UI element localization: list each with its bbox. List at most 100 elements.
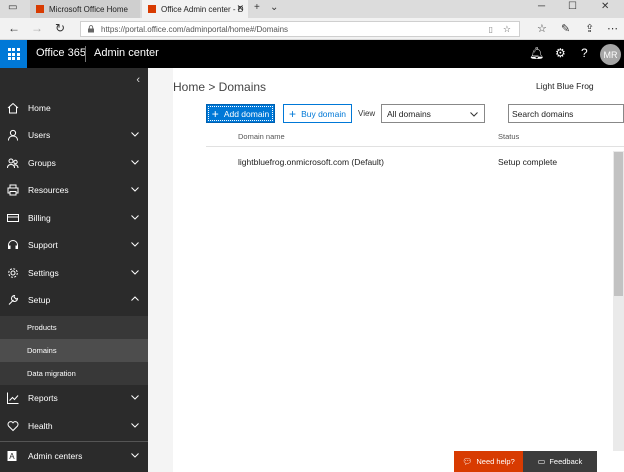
- nav-subitem-label: Products: [27, 323, 57, 332]
- chat-icon: 💬︎: [462, 457, 473, 466]
- share-icon[interactable]: ⇪: [585, 22, 594, 35]
- url-field[interactable]: https://portal.office.com/adminportal/ho…: [80, 21, 520, 37]
- nav-item-label: Users: [28, 129, 51, 140]
- need-help-label: Need help?: [476, 457, 515, 466]
- lock-icon: [88, 25, 94, 33]
- header-divider: [206, 146, 624, 147]
- need-help-button[interactable]: 💬︎ Need help?: [454, 451, 523, 472]
- groups-icon: [7, 158, 19, 168]
- nav-item-reports[interactable]: Reports: [0, 384, 148, 411]
- chevron-down-icon: [470, 112, 478, 117]
- feedback-label: Feedback: [549, 457, 583, 466]
- refresh-icon[interactable]: ↻: [55, 21, 65, 35]
- home-icon: [7, 102, 19, 113]
- nav-item-label: Reports: [28, 392, 58, 403]
- nav-item-health[interactable]: Health: [0, 412, 148, 439]
- close-tab-icon[interactable]: ✕: [236, 3, 244, 14]
- tab-admin-center[interactable]: Office Admin center - D ✕: [142, 0, 248, 18]
- nav-item-label: Groups: [28, 157, 56, 168]
- nav-item-home[interactable]: Home: [0, 94, 148, 121]
- tab-office-home[interactable]: Microsoft Office Home: [30, 0, 140, 18]
- back-icon[interactable]: ←: [8, 21, 20, 35]
- brand-link[interactable]: Office 365: [36, 47, 86, 59]
- nav-item-groups[interactable]: Groups: [0, 149, 148, 176]
- nav-subitem-label: Domains: [27, 346, 57, 355]
- chevron-down-icon: [131, 453, 139, 458]
- view-filter-value: All domains: [387, 108, 431, 119]
- office-logo-icon: [36, 5, 44, 13]
- gear-icon[interactable]: ⚙: [555, 46, 566, 60]
- user-icon: [8, 129, 18, 141]
- tab-list-chevron-icon[interactable]: ⌄: [270, 2, 278, 13]
- avatar[interactable]: MR: [600, 44, 621, 65]
- nav-item-settings[interactable]: Settings: [0, 259, 148, 286]
- new-tab-icon[interactable]: +: [254, 2, 260, 13]
- tab-preview-icon[interactable]: ▭: [8, 2, 17, 13]
- forward-icon[interactable]: →: [31, 21, 43, 35]
- header-divider: [85, 46, 86, 62]
- chevron-down-icon: [131, 160, 139, 165]
- table-row-domain[interactable]: lightbluefrog.onmicrosoft.com (Default): [238, 157, 384, 167]
- chevron-down-icon: [131, 187, 139, 192]
- search-input[interactable]: Search domains: [508, 104, 624, 123]
- add-domain-button[interactable]: + Add domain: [206, 104, 275, 123]
- favorite-star-icon[interactable]: ☆: [503, 24, 511, 35]
- nav-subitem-domains[interactable]: Domains: [0, 339, 148, 362]
- nav-item-admin-centers[interactable]: A Admin centers: [0, 442, 148, 469]
- nav-item-label: Billing: [28, 212, 51, 223]
- buy-domain-label: Buy domain: [301, 108, 346, 119]
- search-placeholder: Search domains: [512, 108, 574, 119]
- nav-subitem-data-migration[interactable]: Data migration: [0, 362, 148, 385]
- nav-item-label: Health: [28, 420, 53, 431]
- view-label: View: [358, 109, 376, 118]
- url-text: https://portal.office.com/adminportal/ho…: [101, 24, 289, 34]
- nav-subitem-label: Data migration: [27, 369, 76, 378]
- nav-item-billing[interactable]: Billing: [0, 204, 148, 231]
- favorites-hub-icon[interactable]: ☆: [537, 22, 547, 35]
- chevron-down-icon: [131, 132, 139, 137]
- nav-item-support[interactable]: Support: [0, 231, 148, 258]
- wrench-icon: [8, 294, 19, 305]
- nav-item-resources[interactable]: Resources: [0, 176, 148, 203]
- tenant-name: Light Blue Frog: [536, 81, 594, 91]
- nav-item-label: Admin centers: [28, 450, 83, 461]
- close-window-icon[interactable]: ✕: [601, 1, 609, 12]
- minimize-icon[interactable]: ─: [538, 1, 545, 12]
- reading-view-icon[interactable]: ▯: [489, 25, 493, 34]
- breadcrumb: Home > Domains: [173, 80, 267, 94]
- content-panel: [173, 68, 624, 472]
- help-icon[interactable]: ?: [581, 46, 588, 60]
- nav-item-label: Home: [28, 102, 51, 113]
- nav-subitem-products[interactable]: Products: [0, 316, 148, 339]
- plus-icon: +: [289, 106, 297, 121]
- buy-domain-button[interactable]: + Buy domain: [283, 104, 352, 123]
- scrollbar-thumb[interactable]: [614, 152, 623, 296]
- chevron-down-icon: [131, 423, 139, 428]
- bell-icon[interactable]: 🔔︎: [529, 46, 544, 60]
- printer-icon: [7, 184, 19, 195]
- app-launcher-button[interactable]: [0, 40, 27, 68]
- view-filter-select[interactable]: All domains: [381, 104, 485, 123]
- nav-item-setup[interactable]: Setup: [0, 286, 148, 313]
- gear-icon: [8, 267, 18, 278]
- waffle-icon: [7, 48, 20, 60]
- office-logo-icon: [148, 5, 156, 13]
- column-header-status[interactable]: Status: [498, 132, 519, 141]
- feedback-button[interactable]: ▭ Feedback: [523, 451, 597, 472]
- maximize-icon[interactable]: ☐: [568, 1, 577, 12]
- nav-item-label: Settings: [28, 267, 59, 278]
- suite-header: Office 365 Admin center 🔔︎ ⚙ ? MR: [0, 40, 624, 68]
- left-nav: ‹ Home Users Groups Resources Billing Su…: [0, 68, 148, 472]
- heart-icon: [7, 420, 19, 431]
- column-header-domain[interactable]: Domain name: [238, 132, 285, 141]
- add-domain-label: Add domain: [223, 108, 270, 119]
- tab-strip: ▭ Microsoft Office Home Office Admin cen…: [0, 0, 624, 18]
- headset-icon: [8, 239, 18, 249]
- more-icon[interactable]: ⋯: [607, 22, 618, 35]
- app-title[interactable]: Admin center: [94, 47, 159, 59]
- nav-item-users[interactable]: Users: [0, 121, 148, 148]
- collapse-nav-chevron-icon[interactable]: ‹: [136, 74, 140, 86]
- pen-icon[interactable]: ✎: [561, 22, 570, 35]
- tab-label: Microsoft Office Home: [49, 4, 128, 14]
- svg-text:A: A: [9, 452, 15, 461]
